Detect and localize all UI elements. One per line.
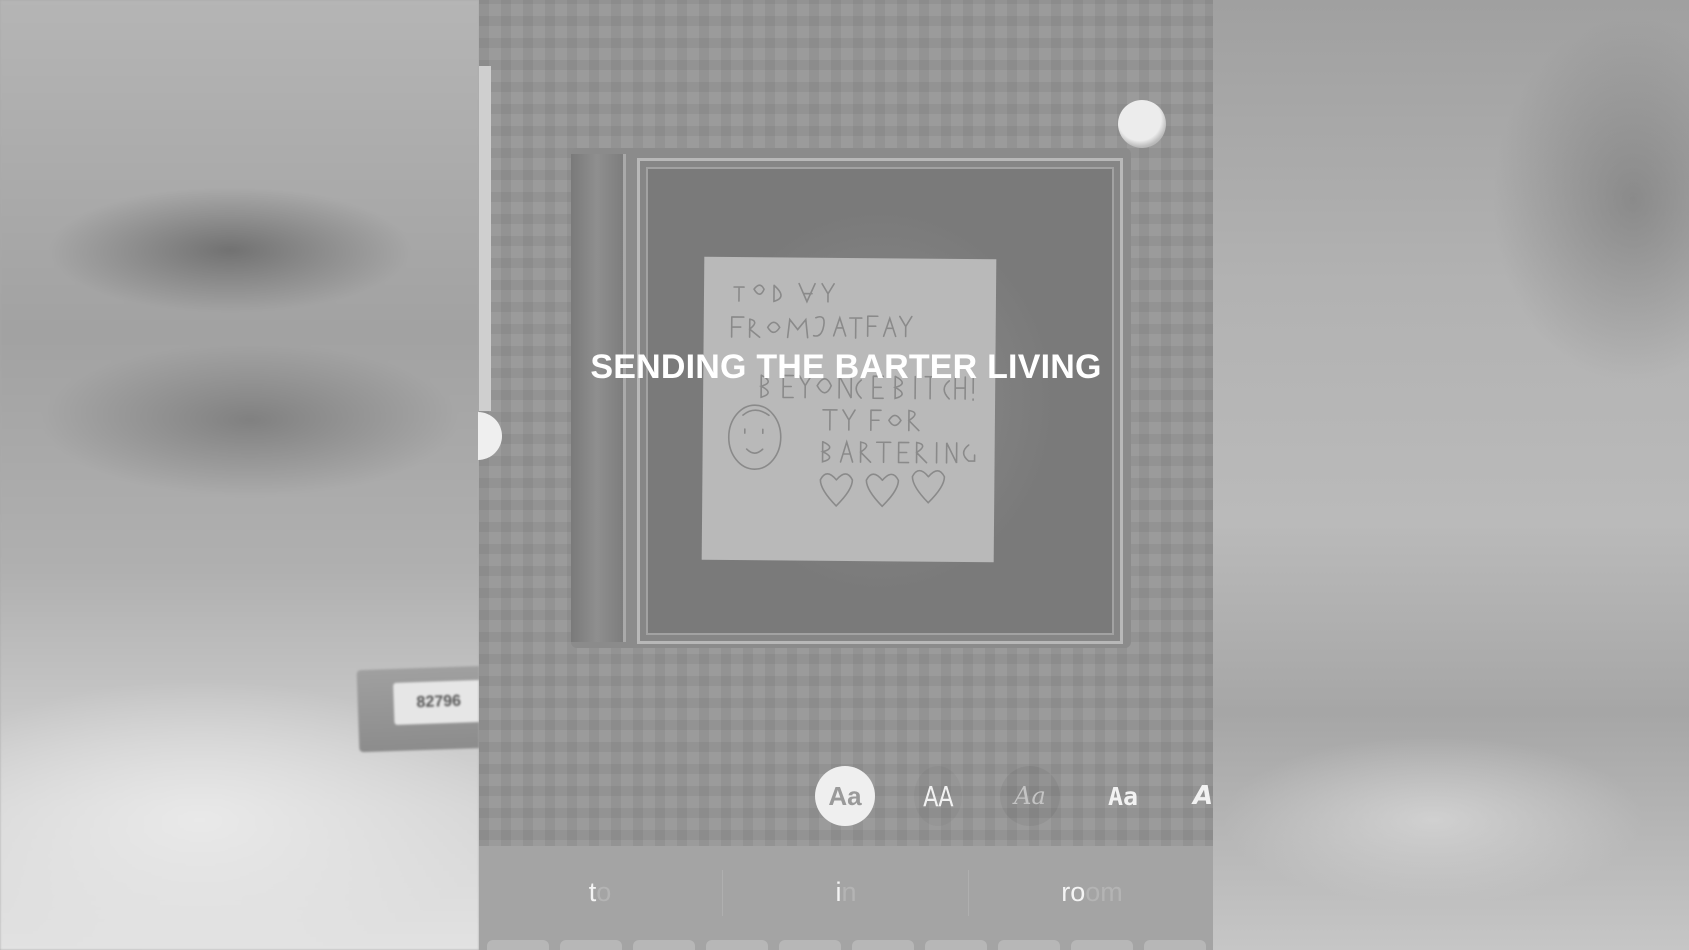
keyboard-key[interactable] [633, 940, 695, 950]
keyboard: to in ro om [479, 846, 1213, 950]
keyboard-key[interactable] [852, 940, 914, 950]
font-condensed-button[interactable]: AA [914, 766, 962, 826]
keyboard-key-row [487, 940, 1207, 950]
keyboard-key[interactable] [560, 940, 622, 950]
keyboard-key[interactable] [706, 940, 768, 950]
handwriting-scribble [727, 282, 976, 508]
cassette-label: 82796 [393, 679, 479, 726]
keyboard-key[interactable] [487, 940, 549, 950]
suggestion-3-typed: ro [1061, 876, 1086, 907]
keyboard-key[interactable] [925, 940, 987, 950]
keyboard-key[interactable] [1071, 940, 1133, 950]
sticker-button[interactable] [1118, 100, 1166, 148]
suggestion-1-typed: t [588, 876, 597, 907]
keyboard-key[interactable] [1144, 940, 1206, 950]
font-classic-button[interactable]: Aa [815, 766, 875, 826]
blurred-background-right [1213, 0, 1689, 950]
font-bold-italic-button[interactable]: A [1185, 766, 1213, 826]
cd-spine [571, 154, 626, 642]
suggestion-divider [968, 870, 969, 916]
suggestion-divider [722, 870, 723, 916]
cassette-tape: 82796 [356, 665, 479, 753]
font-script-button[interactable]: Aa [1000, 766, 1060, 826]
suggestion-3-rest: om [1085, 876, 1123, 907]
handwritten-note [701, 256, 997, 563]
suggestion-1-rest: o [596, 876, 612, 907]
font-typewriter-button[interactable]: Aa [1093, 766, 1153, 826]
suggestion-2-rest: n [841, 876, 857, 907]
font-style-picker: Aa AA Aa Aa A [479, 766, 1213, 828]
suggestion-1[interactable]: to [479, 846, 721, 938]
keyboard-key[interactable] [998, 940, 1060, 950]
story-headline-text[interactable]: SENDING THE BARTER LIVING [479, 348, 1213, 387]
suggestion-3[interactable]: ro om [971, 846, 1213, 938]
suggestion-2[interactable]: in [725, 846, 967, 938]
keyboard-key[interactable] [779, 940, 841, 950]
story-canvas[interactable]: SENDING THE BARTER LIVING Aa AA Aa Aa A … [479, 0, 1213, 950]
blurred-background-left: 82796 [0, 0, 479, 950]
story-editor-screen: 82796 SENDING THE BARTER LIVING Aa AA Aa… [0, 0, 1689, 950]
